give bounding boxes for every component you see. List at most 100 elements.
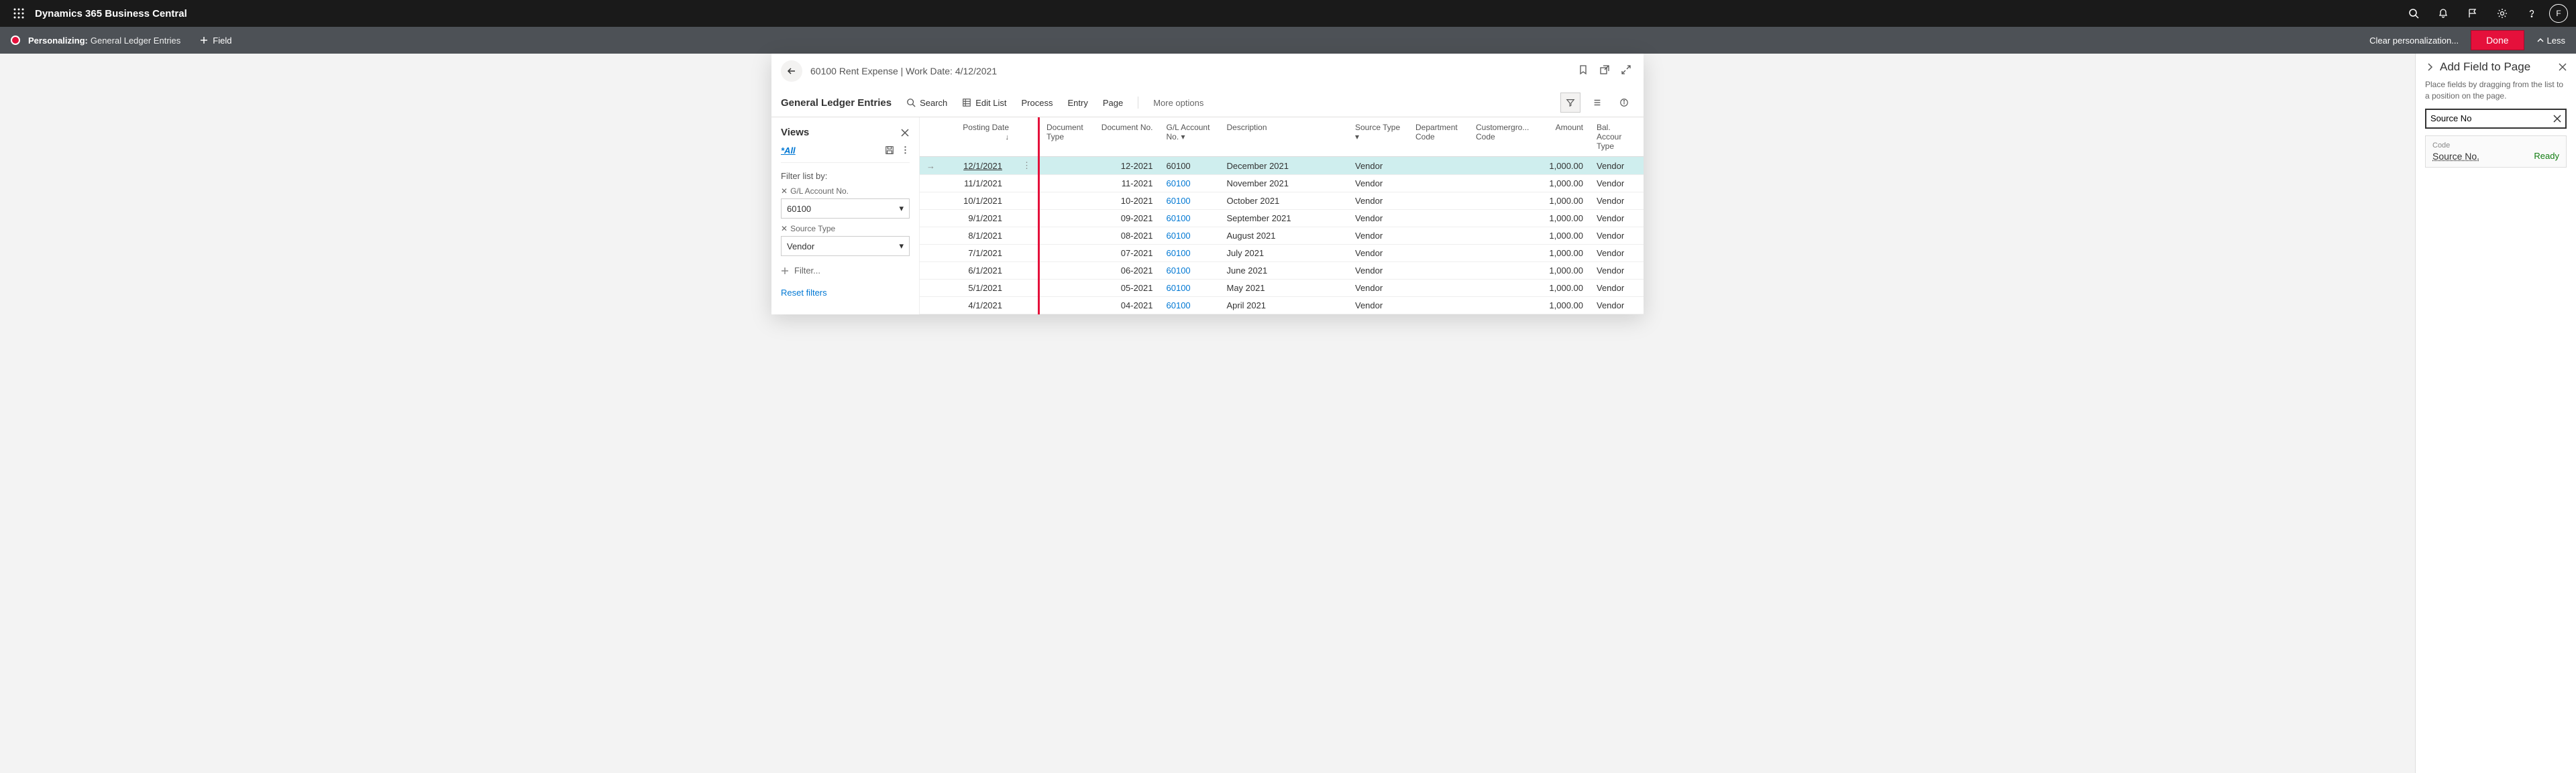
table-row[interactable]: 7/1/202107-202160100July 2021Vendor1,000… [920,245,1644,262]
table-row[interactable]: 11/1/202111-202160100November 2021Vendor… [920,175,1644,192]
cell-gl-account[interactable]: 60100 [1160,227,1220,245]
cell-doc-no: 06-2021 [1093,262,1160,280]
row-menu-icon[interactable] [1016,262,1039,280]
table-row[interactable]: →12/1/2021⋮12-202160100December 2021Vend… [920,157,1644,175]
back-button[interactable] [781,60,802,82]
popout-icon[interactable] [1599,64,1613,78]
list-view-icon[interactable] [1587,93,1607,113]
result-field-name[interactable]: Source No. [2432,151,2479,162]
row-menu-icon[interactable] [1016,245,1039,262]
filter-source-value[interactable]: Vendor ▾ [781,236,910,256]
less-toggle[interactable]: Less [2536,36,2565,46]
view-menu-icon[interactable]: ⋮ [901,145,910,156]
cell-gl-account[interactable]: 60100 [1160,192,1220,210]
field-search-text[interactable] [2430,113,2553,123]
cell-description: May 2021 [1220,280,1349,297]
row-menu-icon[interactable]: ⋮ [1016,157,1039,175]
info-icon[interactable] [1614,93,1634,113]
cell-doc-no: 05-2021 [1093,280,1160,297]
cell-amount: 1,000.00 [1536,262,1590,280]
reset-filters-link[interactable]: Reset filters [781,288,827,298]
view-all-link[interactable]: *All [781,145,796,156]
collapse-icon[interactable] [1621,64,1634,78]
help-icon[interactable] [2520,1,2544,25]
col-document-type[interactable]: Document Type [1039,117,1093,157]
app-launcher-icon[interactable] [8,3,30,24]
col-bal-account[interactable]: Bal. Accour Type [1590,117,1644,157]
remove-filter-gl-icon[interactable]: ✕ [781,186,788,196]
flag-icon[interactable] [2461,1,2485,25]
cell-gl-account[interactable]: 60100 [1160,175,1220,192]
save-view-icon[interactable] [885,145,894,155]
panel-back-icon[interactable] [2425,62,2434,72]
more-options-action[interactable]: More options [1153,98,1203,108]
cell-gl-account[interactable]: 60100 [1160,262,1220,280]
row-menu-icon[interactable] [1016,192,1039,210]
avatar[interactable]: F [2549,4,2568,23]
col-gl-account[interactable]: G/L Account No. ▾ [1160,117,1220,157]
field-result[interactable]: Code Source No. Ready [2425,135,2567,168]
table-row[interactable]: 6/1/202106-202160100June 2021Vendor1,000… [920,262,1644,280]
field-search-input[interactable] [2425,109,2567,129]
row-menu-icon[interactable] [1016,297,1039,314]
col-posting-date[interactable]: Posting Date↓ [942,117,1016,157]
cell-doc-type [1039,262,1093,280]
search-icon[interactable] [2402,1,2426,25]
cell-customergroup [1469,245,1536,262]
cell-doc-type [1039,245,1093,262]
gear-icon[interactable] [2490,1,2514,25]
cell-source-type: Vendor [1348,262,1409,280]
row-menu-icon[interactable] [1016,210,1039,227]
edit-list-action[interactable]: Edit List [962,98,1006,108]
cell-bal-account: Vendor [1590,175,1644,192]
close-views-icon[interactable] [900,128,910,137]
cell-gl-account[interactable]: 60100 [1160,280,1220,297]
filter-gl-value[interactable]: 60100 ▾ [781,198,910,219]
cell-amount: 1,000.00 [1536,297,1590,314]
col-department[interactable]: Department Code [1409,117,1469,157]
cell-gl-account[interactable]: 60100 [1160,157,1220,175]
add-filter-button[interactable]: Filter... [781,265,910,276]
table-row[interactable]: 5/1/202105-202160100May 2021Vendor1,000.… [920,280,1644,297]
page-action[interactable]: Page [1103,98,1123,108]
cell-posting-date: 6/1/2021 [942,262,1016,280]
col-customergroup[interactable]: Customergro... Code [1469,117,1536,157]
cell-amount: 1,000.00 [1536,175,1590,192]
add-field-button[interactable]: Field [199,36,231,46]
remove-filter-source-icon[interactable]: ✕ [781,224,788,233]
table-row[interactable]: 9/1/202109-202160100September 2021Vendor… [920,210,1644,227]
col-source-type[interactable]: Source Type▾ [1348,117,1409,157]
table-row[interactable]: 8/1/202108-202160100August 2021Vendor1,0… [920,227,1644,245]
cell-gl-account[interactable]: 60100 [1160,297,1220,314]
col-amount[interactable]: Amount [1536,117,1590,157]
row-indicator-icon [920,245,942,262]
search-action-label: Search [920,98,947,108]
filter-icon: ▾ [1355,132,1359,141]
search-action[interactable]: Search [906,98,947,108]
col-description[interactable]: Description [1220,117,1349,157]
table-row[interactable]: 10/1/202110-202160100October 2021Vendor1… [920,192,1644,210]
action-bar: General Ledger Entries Search Edit List … [771,88,1644,117]
col-document-no[interactable]: Document No. [1093,117,1160,157]
clear-personalization-link[interactable]: Clear personalization... [2369,36,2459,46]
row-menu-icon[interactable] [1016,280,1039,297]
row-menu-icon[interactable] [1016,175,1039,192]
cell-gl-account[interactable]: 60100 [1160,245,1220,262]
cell-department [1409,227,1469,245]
filter-list-by-label: Filter list by: [781,171,910,181]
close-panel-icon[interactable] [2559,63,2567,71]
clear-search-icon[interactable] [2553,115,2561,123]
cell-bal-account: Vendor [1590,192,1644,210]
row-menu-icon[interactable] [1016,227,1039,245]
cell-department [1409,157,1469,175]
cell-posting-date: 4/1/2021 [942,297,1016,314]
filter-pane-icon[interactable] [1560,93,1580,113]
process-action[interactable]: Process [1022,98,1053,108]
cell-description: December 2021 [1220,157,1349,175]
bookmark-icon[interactable] [1578,64,1591,78]
notifications-icon[interactable] [2431,1,2455,25]
done-button[interactable]: Done [2471,30,2524,50]
cell-gl-account[interactable]: 60100 [1160,210,1220,227]
entry-action[interactable]: Entry [1067,98,1087,108]
table-row[interactable]: 4/1/202104-202160100April 2021Vendor1,00… [920,297,1644,314]
